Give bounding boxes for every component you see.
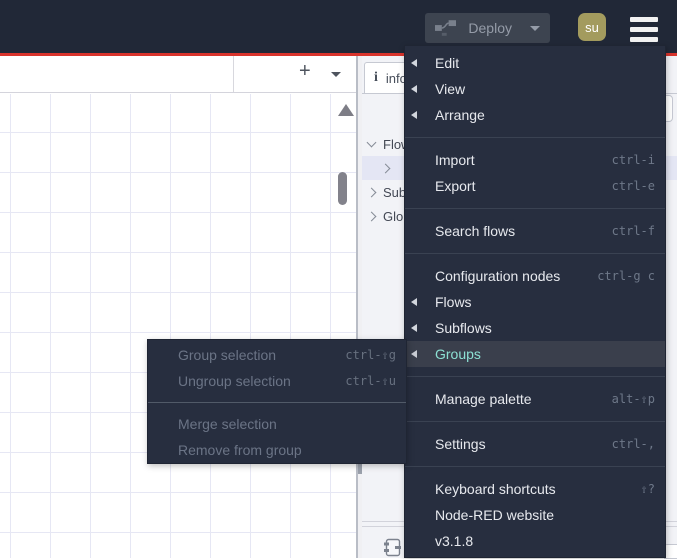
add-flow-button[interactable]: + xyxy=(299,60,311,83)
menu-item-edit[interactable]: Edit xyxy=(405,50,665,76)
user-avatar[interactable]: su xyxy=(578,13,606,41)
menu-item-groups[interactable]: Groups xyxy=(405,341,665,367)
menu-item-subflows[interactable]: Subflows xyxy=(405,315,665,341)
menu-item-label: v3.1.8 xyxy=(435,533,474,549)
chevron-down-icon[interactable] xyxy=(366,137,377,148)
menu-divider xyxy=(405,137,665,138)
submenu-arrow-icon xyxy=(411,324,417,332)
menu-item-view[interactable]: View xyxy=(405,76,665,102)
submenu-arrow-icon xyxy=(411,85,417,93)
menu-shortcut: alt-⇧p xyxy=(611,392,655,406)
scroll-up-icon[interactable] xyxy=(338,104,354,116)
menu-item-label: Keyboard shortcuts xyxy=(435,481,556,497)
menu-item-label: Arrange xyxy=(435,107,485,123)
hamburger-icon xyxy=(630,17,658,22)
submenu-arrow-icon xyxy=(411,298,417,306)
canvas-scrollbar-thumb[interactable] xyxy=(338,172,347,205)
menu-item-label: Group selection xyxy=(178,347,277,363)
menu-item-label: View xyxy=(435,81,466,97)
tab-separator xyxy=(233,56,234,92)
menu-item-label: Flows xyxy=(435,294,472,310)
menu-item-label: Settings xyxy=(435,436,486,452)
menu-item-remove-from-group[interactable]: Remove from group xyxy=(148,437,406,463)
menu-divider xyxy=(405,376,665,377)
submenu-arrow-icon xyxy=(411,350,417,358)
deploy-icon xyxy=(435,20,457,36)
menu-item-label: Manage palette xyxy=(435,391,532,407)
menu-item-group-selection[interactable]: Group selection ctrl-⇧g xyxy=(148,342,406,368)
menu-item-ungroup-selection[interactable]: Ungroup selection ctrl-⇧u xyxy=(148,368,406,394)
menu-item-label: Merge selection xyxy=(178,416,277,432)
menu-item-label: Search flows xyxy=(435,223,516,239)
menu-shortcut: ⇧? xyxy=(640,482,655,496)
menu-item-flows[interactable]: Flows xyxy=(405,289,665,315)
menu-item-version[interactable]: v3.1.8 xyxy=(405,528,665,554)
workspace-tab-bar: + xyxy=(0,56,356,93)
menu-item-label: Import xyxy=(435,152,475,168)
tab-list-caret-icon[interactable] xyxy=(331,72,341,77)
deploy-label: Deploy xyxy=(468,20,512,36)
menu-item-export[interactable]: Export ctrl-e xyxy=(405,173,665,199)
menu-shortcut: ctrl-f xyxy=(611,224,655,238)
menu-item-label: Groups xyxy=(435,346,481,362)
menu-item-label: Edit xyxy=(435,55,460,71)
menu-item-merge-selection[interactable]: Merge selection xyxy=(148,411,406,437)
menu-item-manage-palette[interactable]: Manage palette alt-⇧p xyxy=(405,386,665,412)
main-menu: Edit View Arrange Import ctrl-i Export c… xyxy=(404,45,666,558)
menu-divider xyxy=(405,208,665,209)
menu-divider xyxy=(405,466,665,467)
hamburger-icon xyxy=(630,37,658,42)
menu-shortcut: ctrl-⇧u xyxy=(345,374,396,388)
node-red-app: { "header": { "deploy_label": "Deploy", … xyxy=(0,0,677,559)
main-menu-button[interactable] xyxy=(630,17,658,47)
menu-shortcut: ctrl-e xyxy=(611,179,655,193)
menu-divider xyxy=(148,402,406,403)
node-icon xyxy=(384,538,401,557)
menu-shortcut: ctrl-i xyxy=(611,153,655,167)
menu-item-label: Export xyxy=(435,178,476,194)
menu-item-label: Node-RED website xyxy=(435,507,555,523)
chevron-right-icon[interactable] xyxy=(366,211,377,221)
menu-item-import[interactable]: Import ctrl-i xyxy=(405,147,665,173)
menu-item-label: Subflows xyxy=(435,320,492,336)
groups-submenu: Group selection ctrl-⇧g Ungroup selectio… xyxy=(147,339,407,464)
menu-shortcut: ctrl-, xyxy=(611,437,655,451)
menu-divider xyxy=(405,253,665,254)
menu-item-settings[interactable]: Settings ctrl-, xyxy=(405,431,665,457)
menu-divider xyxy=(405,421,665,422)
info-icon: i xyxy=(374,70,378,85)
menu-shortcut: ctrl-g c xyxy=(597,269,655,283)
chevron-right-icon[interactable] xyxy=(366,187,377,197)
menu-item-search-flows[interactable]: Search flows ctrl-f xyxy=(405,218,665,244)
submenu-arrow-icon xyxy=(411,59,417,67)
menu-item-arrange[interactable]: Arrange xyxy=(405,102,665,128)
hamburger-icon xyxy=(630,27,658,32)
flow-canvas[interactable] xyxy=(0,94,356,558)
deploy-caret-icon[interactable] xyxy=(530,25,540,31)
menu-item-keyboard-shortcuts[interactable]: Keyboard shortcuts ⇧? xyxy=(405,476,665,502)
menu-item-label: Ungroup selection xyxy=(178,373,291,389)
menu-item-nodered-website[interactable]: Node-RED website xyxy=(405,502,665,528)
menu-item-label: Remove from group xyxy=(178,442,302,458)
deploy-button[interactable]: Deploy xyxy=(425,13,550,43)
menu-item-label: Configuration nodes xyxy=(435,268,561,284)
avatar-initials: su xyxy=(585,19,599,35)
chevron-right-icon[interactable] xyxy=(380,163,391,173)
submenu-arrow-icon xyxy=(411,111,417,119)
menu-shortcut: ctrl-⇧g xyxy=(345,348,396,362)
menu-item-configuration-nodes[interactable]: Configuration nodes ctrl-g c xyxy=(405,263,665,289)
